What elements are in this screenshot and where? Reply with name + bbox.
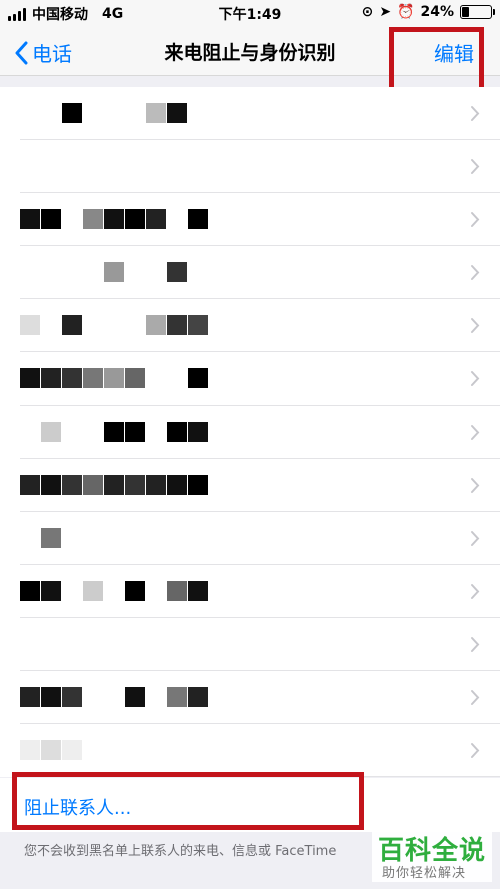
battery-icon [460, 5, 495, 19]
footer-note: 您不会收到黑名单上联系人的来电、信息或 FaceTime [24, 844, 337, 859]
battery-percent: 24% [420, 4, 454, 20]
redacted-number [20, 618, 220, 670]
chevron-right-icon [471, 212, 480, 228]
chevron-right-icon [471, 530, 480, 546]
watermark-subtitle: 助你轻松解决 [382, 866, 467, 881]
status-right: ⊙ ➤ ⏰ 24% [361, 4, 495, 20]
blocked-row[interactable] [20, 724, 500, 778]
blocked-row[interactable] [20, 459, 500, 512]
redacted-number [20, 87, 220, 139]
redacted-number [20, 406, 220, 458]
blocked-row[interactable] [20, 193, 500, 247]
chevron-right-icon [471, 159, 480, 175]
status-bar: 中国移动 4G 下午1:49 ⊙ ➤ ⏰ 24% [0, 0, 500, 26]
redacted-number [20, 246, 220, 298]
location-icon: ➤ [379, 4, 392, 20]
redacted-number [20, 299, 220, 351]
redacted-number [20, 459, 220, 511]
blocked-row[interactable] [20, 87, 500, 141]
battery-fill [462, 7, 469, 17]
chevron-right-icon [471, 477, 480, 493]
redacted-number [20, 724, 220, 776]
blocked-row[interactable] [20, 565, 500, 618]
redacted-number [20, 193, 220, 245]
redacted-number [20, 352, 220, 404]
redacted-number [20, 512, 220, 564]
redacted-number [20, 671, 220, 723]
chevron-right-icon [471, 318, 480, 334]
blocked-row[interactable] [20, 512, 500, 565]
redacted-number [20, 565, 220, 617]
chevron-right-icon [471, 583, 480, 599]
blocked-row[interactable] [20, 352, 500, 406]
chevron-right-icon [471, 265, 480, 281]
blocked-list [0, 87, 500, 778]
redacted-number [20, 140, 220, 192]
chevron-right-icon [471, 690, 480, 706]
watermark: 百科全说 助你轻松解决 [372, 828, 492, 882]
blocked-row[interactable] [20, 140, 500, 194]
blocked-row[interactable] [20, 671, 500, 725]
blocked-row[interactable] [20, 246, 500, 300]
rotation-lock-icon: ⊙ [361, 4, 374, 20]
blocked-row[interactable] [20, 299, 500, 353]
blocked-row[interactable] [20, 618, 500, 672]
chevron-right-icon [471, 743, 480, 759]
chevron-right-icon [471, 424, 480, 440]
chevron-right-icon [471, 371, 480, 387]
chevron-right-icon [471, 106, 480, 121]
chevron-right-icon [471, 636, 480, 652]
alarm-icon: ⏰ [397, 4, 415, 20]
blocked-row[interactable] [20, 406, 500, 459]
block-contact-highlight-box [12, 772, 364, 830]
